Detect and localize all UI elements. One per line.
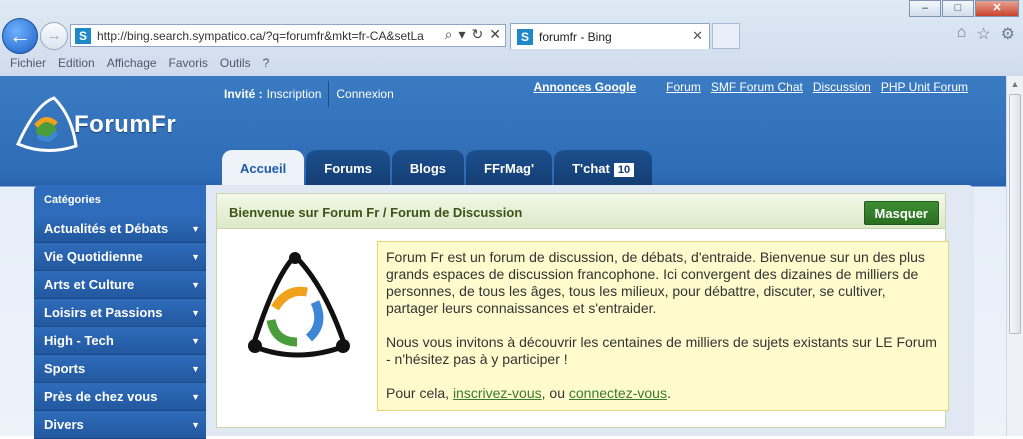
- chevron-down-icon: ▼: [191, 364, 200, 374]
- menu-bar: Fichier Edition Affichage Favoris Outils…: [0, 54, 1023, 74]
- menu-help[interactable]: ?: [257, 54, 276, 74]
- maximize-button[interactable]: □: [942, 0, 974, 17]
- address-bar[interactable]: S http://bing.search.sympatico.ca/?q=for…: [70, 24, 506, 47]
- top-links: Annonces Google Forum SMF Forum Chat Dis…: [533, 80, 968, 94]
- tab-ffrmag[interactable]: FFrMag': [466, 150, 553, 185]
- site-favicon-icon: S: [75, 28, 91, 44]
- welcome-title: Bienvenue sur Forum Fr / Forum de Discus…: [229, 205, 523, 220]
- menu-edition[interactable]: Edition: [52, 54, 101, 74]
- sidebar-item-sports[interactable]: Sports ▼: [34, 355, 206, 383]
- chevron-down-icon: ▼: [191, 224, 200, 234]
- tab-close-icon[interactable]: ✕: [692, 28, 703, 44]
- back-button[interactable]: ←: [2, 18, 38, 54]
- sidebar-item-actualites[interactable]: Actualités et Débats ▼: [34, 215, 206, 243]
- cta-suffix: .: [666, 385, 671, 401]
- sidebar-item-loisirs[interactable]: Loisirs et Passions ▼: [34, 299, 206, 327]
- smf-forum-chat-link[interactable]: SMF Forum Chat: [711, 80, 803, 94]
- register-cta-link[interactable]: inscrivez-vous: [453, 385, 542, 401]
- sidebar-item-label: High - Tech: [44, 333, 114, 348]
- welcome-message: Forum Fr est un forum de discussion, de …: [377, 241, 949, 411]
- sidebar-item-pres-de-chez-vous[interactable]: Près de chez vous ▼: [34, 383, 206, 411]
- tab-favicon-icon: S: [517, 29, 533, 45]
- sidebar-item-label: Vie Quotidienne: [44, 249, 143, 264]
- forum-link[interactable]: Forum: [666, 80, 701, 94]
- welcome-paragraph-1: Forum Fr est un forum de discussion, de …: [386, 249, 925, 316]
- favorites-star-icon[interactable]: ☆: [976, 24, 990, 44]
- categories-sidebar: Catégories Actualités et Débats ▼ Vie Quo…: [34, 185, 206, 439]
- welcome-paragraph-3: Pour cela, inscrivez-vous, ou connectez-…: [386, 385, 940, 402]
- logo-text[interactable]: ForumFr: [74, 111, 176, 139]
- forum-tabs: Accueil Forums Blogs FFrMag' T'chat 10: [222, 150, 653, 186]
- hide-button[interactable]: Masquer: [863, 201, 939, 225]
- chevron-down-icon: ▼: [191, 252, 200, 262]
- vertical-scrollbar[interactable]: ▲: [1006, 76, 1023, 436]
- main-content: Catégories Actualités et Débats ▼ Vie Quo…: [34, 185, 974, 439]
- chevron-down-icon: ▼: [191, 420, 200, 430]
- close-window-button[interactable]: ✕: [975, 0, 1019, 17]
- sidebar-item-label: Divers: [44, 417, 84, 432]
- window-controls: – □ ✕: [908, 0, 1019, 17]
- tab-forums[interactable]: Forums: [306, 150, 390, 185]
- sidebar-item-label: Arts et Culture: [44, 277, 135, 292]
- menu-outils[interactable]: Outils: [214, 54, 257, 74]
- scroll-thumb[interactable]: [1009, 94, 1021, 334]
- browser-chrome: – □ ✕ ← → S http://bing.search.sympatico…: [0, 0, 1023, 76]
- scroll-up-arrow-icon[interactable]: ▲: [1007, 76, 1023, 92]
- sidebar-item-vie-quotidienne[interactable]: Vie Quotidienne ▼: [34, 243, 206, 271]
- user-bar: Invité : Inscription Connexion: [224, 81, 394, 107]
- forward-button[interactable]: →: [40, 22, 68, 50]
- register-link[interactable]: Inscription: [267, 87, 322, 101]
- sidebar-item-arts-culture[interactable]: Arts et Culture ▼: [34, 271, 206, 299]
- sidebar-item-label: Près de chez vous: [44, 389, 158, 404]
- menu-affichage[interactable]: Affichage: [101, 54, 163, 74]
- cta-prefix: Pour cela,: [386, 385, 453, 401]
- login-cta-link[interactable]: connectez-vous: [569, 385, 667, 401]
- welcome-paragraph-2: Nous vous invitons à découvrir les centa…: [386, 334, 937, 367]
- browser-tab[interactable]: S forumfr - Bing ✕: [510, 23, 710, 49]
- tab-title: forumfr - Bing: [539, 30, 612, 44]
- login-link[interactable]: Connexion: [336, 87, 393, 101]
- php-unit-forum-link[interactable]: PHP Unit Forum: [881, 80, 968, 94]
- sidebar-title: Catégories: [34, 185, 206, 215]
- sidebar-item-divers[interactable]: Divers ▼: [34, 411, 206, 439]
- chevron-down-icon: ▼: [191, 280, 200, 290]
- new-tab-button[interactable]: [712, 23, 740, 49]
- sidebar-item-label: Actualités et Débats: [44, 221, 169, 236]
- browser-toolbar-icons: ⌂ ☆ ⚙: [957, 24, 1015, 44]
- back-arrow-icon: ←: [9, 23, 31, 48]
- dropdown-icon[interactable]: ▾: [459, 26, 466, 43]
- guest-label: Invité :: [224, 87, 263, 101]
- chevron-down-icon: ▼: [191, 336, 200, 346]
- stop-icon[interactable]: ✕: [489, 26, 501, 43]
- tchat-count-badge: 10: [613, 163, 635, 177]
- forum-page: Invité : Inscription Connexion Annonces …: [0, 76, 1006, 439]
- divider: [328, 81, 330, 107]
- address-actions: ⌕ ▾ ↻ ✕: [445, 26, 501, 43]
- tab-tchat[interactable]: T'chat 10: [554, 150, 653, 185]
- tab-tchat-label: T'chat: [572, 161, 610, 176]
- address-url[interactable]: http://bing.search.sympatico.ca/?q=forum…: [97, 29, 439, 43]
- tab-blogs[interactable]: Blogs: [391, 150, 465, 185]
- settings-gear-icon[interactable]: ⚙: [1001, 24, 1015, 44]
- discussion-link[interactable]: Discussion: [813, 80, 871, 94]
- welcome-header: Bienvenue sur Forum Fr / Forum de Discus…: [217, 194, 945, 229]
- search-icon[interactable]: ⌕: [445, 26, 453, 43]
- cta-mid: , ou: [541, 385, 569, 401]
- menu-fichier[interactable]: Fichier: [4, 54, 52, 74]
- recycle-emblem-icon: [248, 252, 350, 358]
- minimize-button[interactable]: –: [909, 0, 941, 17]
- home-icon[interactable]: ⌂: [957, 24, 967, 44]
- google-ads-link[interactable]: Annonces Google: [533, 80, 636, 94]
- forward-arrow-icon: →: [46, 27, 62, 44]
- menu-favoris[interactable]: Favoris: [163, 54, 214, 74]
- tab-accueil[interactable]: Accueil: [222, 150, 305, 186]
- refresh-icon[interactable]: ↻: [472, 26, 484, 43]
- welcome-box: Bienvenue sur Forum Fr / Forum de Discus…: [216, 193, 949, 428]
- chevron-down-icon: ▼: [191, 392, 200, 402]
- sidebar-item-high-tech[interactable]: High - Tech ▼: [34, 327, 206, 355]
- chevron-down-icon: ▼: [191, 308, 200, 318]
- sidebar-item-label: Loisirs et Passions: [44, 305, 163, 320]
- sidebar-item-label: Sports: [44, 361, 86, 376]
